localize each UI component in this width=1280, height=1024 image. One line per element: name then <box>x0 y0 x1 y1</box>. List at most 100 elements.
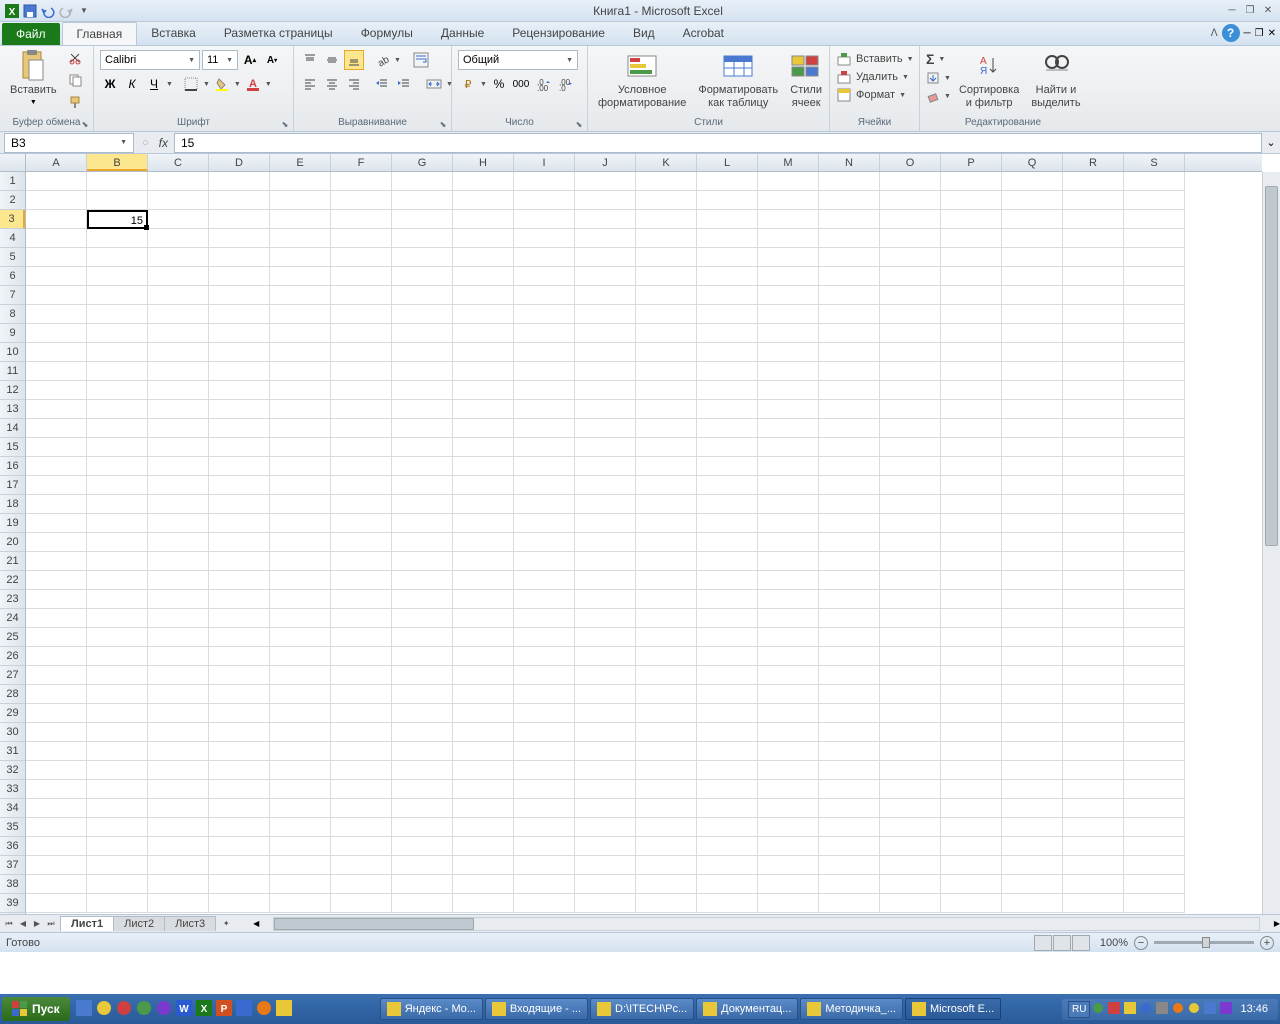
cell-S1[interactable] <box>1124 172 1185 191</box>
cell-M10[interactable] <box>758 343 819 362</box>
cell-N18[interactable] <box>819 495 880 514</box>
cell-R5[interactable] <box>1063 248 1124 267</box>
cell-C33[interactable] <box>148 780 209 799</box>
cell-M20[interactable] <box>758 533 819 552</box>
row-header-5[interactable]: 5 <box>0 248 25 267</box>
align-middle-icon[interactable] <box>322 50 342 70</box>
cell-H17[interactable] <box>453 476 514 495</box>
cell-styles-button[interactable]: Стили ячеек <box>786 48 826 111</box>
cell-C20[interactable] <box>148 533 209 552</box>
cell-P7[interactable] <box>941 286 1002 305</box>
cell-A17[interactable] <box>26 476 87 495</box>
cell-N36[interactable] <box>819 837 880 856</box>
cell-S13[interactable] <box>1124 400 1185 419</box>
cell-P38[interactable] <box>941 875 1002 894</box>
col-header-J[interactable]: J <box>575 154 636 171</box>
cell-H1[interactable] <box>453 172 514 191</box>
cell-K16[interactable] <box>636 457 697 476</box>
cell-J27[interactable] <box>575 666 636 685</box>
cell-O11[interactable] <box>880 362 941 381</box>
cell-B6[interactable] <box>87 267 148 286</box>
increase-decimal-icon[interactable]: ,0,00 <box>533 74 553 94</box>
cell-B35[interactable] <box>87 818 148 837</box>
cell-E33[interactable] <box>270 780 331 799</box>
cell-P39[interactable] <box>941 894 1002 913</box>
cell-D38[interactable] <box>209 875 270 894</box>
cell-P23[interactable] <box>941 590 1002 609</box>
cell-A36[interactable] <box>26 837 87 856</box>
cell-I8[interactable] <box>514 305 575 324</box>
cell-N27[interactable] <box>819 666 880 685</box>
cell-D39[interactable] <box>209 894 270 913</box>
cell-P27[interactable] <box>941 666 1002 685</box>
cell-O2[interactable] <box>880 191 941 210</box>
cell-B25[interactable] <box>87 628 148 647</box>
copy-icon[interactable] <box>65 70 85 90</box>
cell-K19[interactable] <box>636 514 697 533</box>
cell-J20[interactable] <box>575 533 636 552</box>
window-close-icon[interactable]: ✕ <box>1268 28 1276 39</box>
cell-S28[interactable] <box>1124 685 1185 704</box>
cell-K23[interactable] <box>636 590 697 609</box>
cell-Q16[interactable] <box>1002 457 1063 476</box>
cell-D11[interactable] <box>209 362 270 381</box>
cell-O3[interactable] <box>880 210 941 229</box>
cell-H33[interactable] <box>453 780 514 799</box>
decrease-decimal-icon[interactable]: ,00,0 <box>555 74 575 94</box>
cell-M3[interactable] <box>758 210 819 229</box>
cell-A13[interactable] <box>26 400 87 419</box>
cell-D4[interactable] <box>209 229 270 248</box>
cell-H32[interactable] <box>453 761 514 780</box>
cell-P8[interactable] <box>941 305 1002 324</box>
cell-M21[interactable] <box>758 552 819 571</box>
cell-E18[interactable] <box>270 495 331 514</box>
cell-N32[interactable] <box>819 761 880 780</box>
clock[interactable]: 13:46 <box>1236 1003 1272 1015</box>
number-format-select[interactable]: Общий▼ <box>458 50 578 70</box>
cell-C3[interactable] <box>148 210 209 229</box>
cell-E13[interactable] <box>270 400 331 419</box>
cell-D25[interactable] <box>209 628 270 647</box>
cell-S32[interactable] <box>1124 761 1185 780</box>
cell-G23[interactable] <box>392 590 453 609</box>
cell-E37[interactable] <box>270 856 331 875</box>
cell-E27[interactable] <box>270 666 331 685</box>
cell-N4[interactable] <box>819 229 880 248</box>
taskbar-item-0[interactable]: Яндекс - Mo... <box>380 998 483 1020</box>
cell-F2[interactable] <box>331 191 392 210</box>
cell-M18[interactable] <box>758 495 819 514</box>
cell-B34[interactable] <box>87 799 148 818</box>
cell-S37[interactable] <box>1124 856 1185 875</box>
cell-M28[interactable] <box>758 685 819 704</box>
cell-Q18[interactable] <box>1002 495 1063 514</box>
cell-N5[interactable] <box>819 248 880 267</box>
cell-G37[interactable] <box>392 856 453 875</box>
cell-H9[interactable] <box>453 324 514 343</box>
cell-I11[interactable] <box>514 362 575 381</box>
cell-J19[interactable] <box>575 514 636 533</box>
cell-O18[interactable] <box>880 495 941 514</box>
alignment-launcher-icon[interactable]: ⬊ <box>437 118 449 130</box>
cell-C24[interactable] <box>148 609 209 628</box>
taskbar-item-5[interactable]: Microsoft E... <box>905 998 1001 1020</box>
row-header-8[interactable]: 8 <box>0 305 25 324</box>
cell-K3[interactable] <box>636 210 697 229</box>
vertical-scrollbar[interactable] <box>1262 172 1280 914</box>
cell-O5[interactable] <box>880 248 941 267</box>
tray-icon[interactable] <box>1220 1002 1234 1016</box>
cell-M19[interactable] <box>758 514 819 533</box>
cell-O35[interactable] <box>880 818 941 837</box>
cell-G22[interactable] <box>392 571 453 590</box>
cell-C14[interactable] <box>148 419 209 438</box>
cell-K26[interactable] <box>636 647 697 666</box>
cell-I5[interactable] <box>514 248 575 267</box>
cell-P5[interactable] <box>941 248 1002 267</box>
cell-R2[interactable] <box>1063 191 1124 210</box>
delete-cells-button[interactable]: Удалить▼ <box>836 68 909 86</box>
cell-N23[interactable] <box>819 590 880 609</box>
taskbar-item-1[interactable]: Входящие - ... <box>485 998 588 1020</box>
cell-H10[interactable] <box>453 343 514 362</box>
cell-J11[interactable] <box>575 362 636 381</box>
row-header-9[interactable]: 9 <box>0 324 25 343</box>
cell-I10[interactable] <box>514 343 575 362</box>
